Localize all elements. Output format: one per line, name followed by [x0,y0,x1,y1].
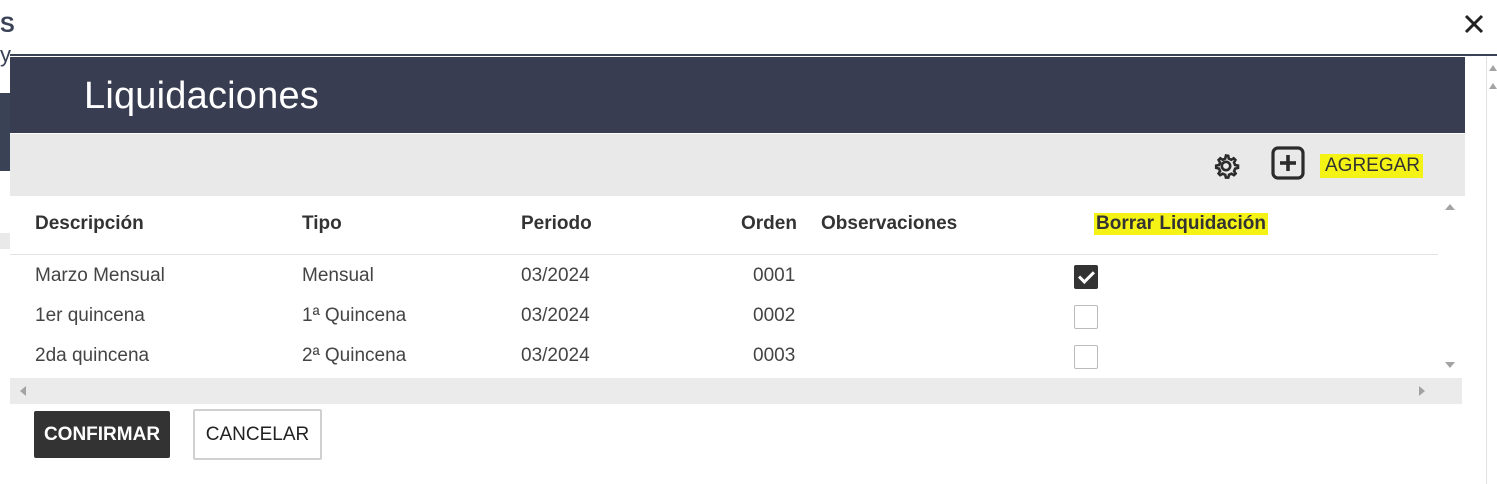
cell-periodo: 03/2024 [521,265,590,286]
background-text-fragment: S [0,12,15,37]
close-button[interactable] [1458,8,1490,40]
modal-header: Liquidaciones [10,57,1465,133]
modal-page: S y Liquidaciones AGREGAR Descripción Ti… [0,0,1497,484]
gear-icon[interactable] [1210,150,1242,182]
table-row[interactable]: 2da quincena 2ª Quincena 03/2024 0003 [10,336,1438,376]
cell-descripcion: 1er quincena [35,305,145,326]
modal-top-border [10,54,1497,56]
column-header-tipo[interactable]: Tipo [302,213,342,235]
column-header-descripcion[interactable]: Descripción [35,213,144,235]
plus-square-icon[interactable] [1270,145,1306,181]
table-row[interactable]: Marzo Mensual Mensual 03/2024 0001 [10,256,1438,296]
cell-orden: 0002 [753,305,796,326]
borrar-checkbox[interactable] [1074,305,1098,329]
cell-descripcion: 2da quincena [35,345,150,366]
cancel-button[interactable]: CANCELAR [193,409,322,460]
column-header-orden[interactable]: Orden [741,213,797,235]
cell-orden: 0001 [753,265,796,286]
column-header-periodo[interactable]: Periodo [521,213,592,235]
liquidaciones-table: Descripción Tipo Periodo Orden Observaci… [10,196,1462,404]
cell-tipo: Mensual [302,265,374,286]
grid-toolbar: AGREGAR [10,134,1465,196]
cell-periodo: 03/2024 [521,305,590,326]
scroll-up-arrow-icon[interactable] [1489,83,1497,89]
scroll-up-arrow-icon[interactable] [1489,65,1497,71]
scroll-left-arrow-icon[interactable] [20,386,26,396]
cell-periodo: 03/2024 [521,345,590,366]
column-header-observaciones[interactable]: Observaciones [821,213,957,235]
scroll-up-arrow-icon[interactable] [1445,204,1455,210]
column-header-borrar[interactable]: Borrar Liquidación [1094,213,1268,235]
background-dark-bar [0,93,10,171]
table-header: Descripción Tipo Periodo Orden Observaci… [10,196,1438,255]
cell-orden: 0003 [753,345,796,366]
cell-tipo: 2ª Quincena [302,345,407,366]
cell-descripcion: Marzo Mensual [35,265,165,286]
close-icon [1464,14,1484,34]
scroll-right-arrow-icon[interactable] [1419,386,1425,396]
add-button[interactable]: AGREGAR [1320,154,1424,178]
page-scrollbar[interactable] [1486,57,1497,484]
table-row[interactable]: 1er quincena 1ª Quincena 03/2024 0002 [10,296,1438,336]
borrar-checkbox[interactable] [1074,345,1098,369]
borrar-checkbox[interactable] [1074,265,1098,289]
modal-title: Liquidaciones [84,75,319,117]
table-vertical-scrollbar[interactable] [1438,196,1462,378]
scrollbar-corner [1438,378,1462,404]
background-app-strip: S y [0,0,15,484]
confirm-button[interactable]: CONFIRMAR [34,411,170,458]
background-row [0,233,10,249]
scroll-down-arrow-icon[interactable] [1445,362,1455,368]
cell-tipo: 1ª Quincena [302,305,407,326]
table-horizontal-scrollbar[interactable] [10,378,1438,404]
